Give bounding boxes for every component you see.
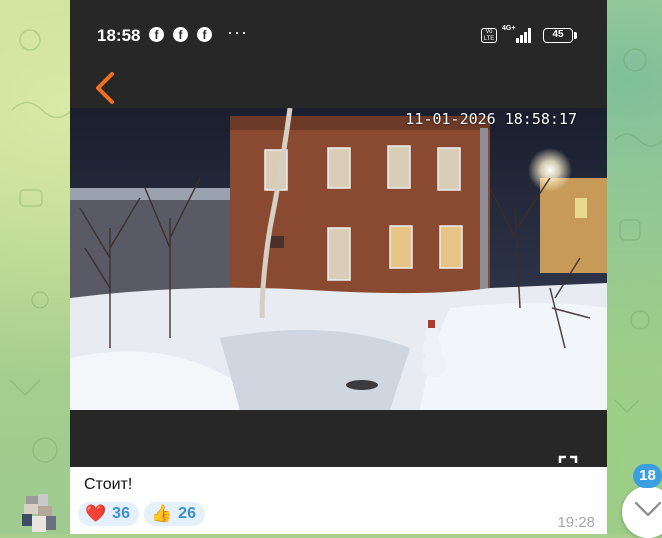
unread-count-badge: 18 [633, 464, 662, 488]
reaction-heart[interactable]: ❤️ 36 [78, 502, 139, 526]
fullscreen-icon[interactable] [558, 455, 578, 467]
heart-icon: ❤️ [85, 504, 107, 523]
reaction-count: 36 [112, 505, 130, 522]
chevron-down-icon [634, 501, 662, 517]
message-bubble[interactable]: 18:58 f f f ··· Vo LTE 4G+ 45 11-01-2026… [70, 0, 607, 534]
snowy-courtyard-scene [70, 108, 607, 410]
facebook-icon: f [197, 27, 212, 42]
volte-icon: Vo LTE [481, 28, 497, 43]
sender-avatar[interactable] [22, 494, 56, 532]
message-timestamp: 19:28 [557, 514, 595, 531]
phone-clock: 18:58 [97, 26, 141, 45]
facebook-icon: f [149, 27, 164, 42]
photo-attachment[interactable]: 18:58 f f f ··· Vo LTE 4G+ 45 11-01-2026… [70, 0, 607, 467]
network-type: 4G+ [502, 25, 516, 32]
facebook-icon: f [173, 27, 188, 42]
camera-frame: 11-01-2026 18:58:17 [70, 108, 607, 410]
battery-icon: 45 [543, 28, 573, 43]
reaction-count: 26 [178, 505, 196, 522]
message-caption: Стоит! [84, 476, 133, 493]
camera-timestamp: 11-01-2026 18:58:17 [405, 110, 577, 128]
phone-status-bar: 18:58 f f f ··· Vo LTE 4G+ 45 [70, 20, 607, 52]
back-arrow-icon [96, 72, 114, 104]
thumbs-up-icon: 👍 [151, 504, 173, 523]
signal-icon [516, 28, 536, 43]
more-notifications-indicator: ··· [227, 22, 248, 42]
battery-tip [574, 32, 577, 39]
reaction-thumbs-up[interactable]: 👍 26 [144, 502, 205, 526]
